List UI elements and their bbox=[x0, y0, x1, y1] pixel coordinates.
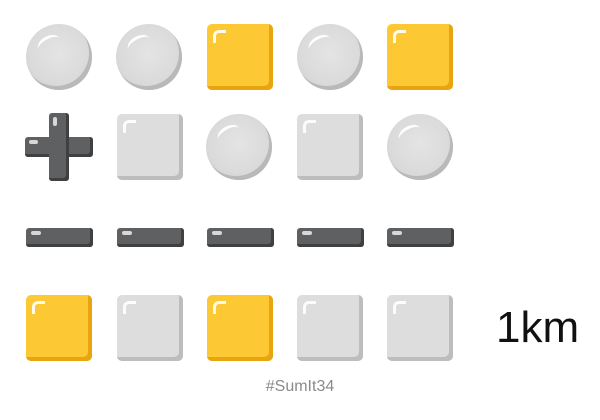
hashtag-caption: #SumIt34 bbox=[265, 378, 335, 395]
grey-circle-tile bbox=[387, 114, 453, 180]
plus-operator-icon bbox=[25, 113, 93, 181]
yellow-square-tile bbox=[207, 24, 273, 90]
minus-operator-icon bbox=[207, 228, 274, 247]
grey-circle-tile bbox=[297, 24, 363, 90]
grey-circle-tile bbox=[116, 24, 182, 90]
minus-operator-icon bbox=[117, 228, 184, 247]
grey-square-tile bbox=[117, 114, 183, 180]
yellow-square-tile bbox=[207, 295, 273, 361]
grey-square-tile bbox=[297, 295, 363, 361]
result-text: 1km bbox=[496, 303, 580, 352]
grey-square-tile bbox=[387, 295, 453, 361]
minus-operator-icon bbox=[387, 228, 454, 247]
puzzle-board: 1km #SumIt34 bbox=[0, 0, 600, 420]
minus-operator-icon bbox=[297, 228, 364, 247]
minus-operator-icon bbox=[26, 228, 93, 247]
yellow-square-tile bbox=[387, 24, 453, 90]
grey-square-tile bbox=[297, 114, 363, 180]
grey-circle-tile bbox=[26, 24, 92, 90]
yellow-square-tile bbox=[26, 295, 92, 361]
grey-square-tile bbox=[117, 295, 183, 361]
grey-circle-tile bbox=[206, 114, 272, 180]
